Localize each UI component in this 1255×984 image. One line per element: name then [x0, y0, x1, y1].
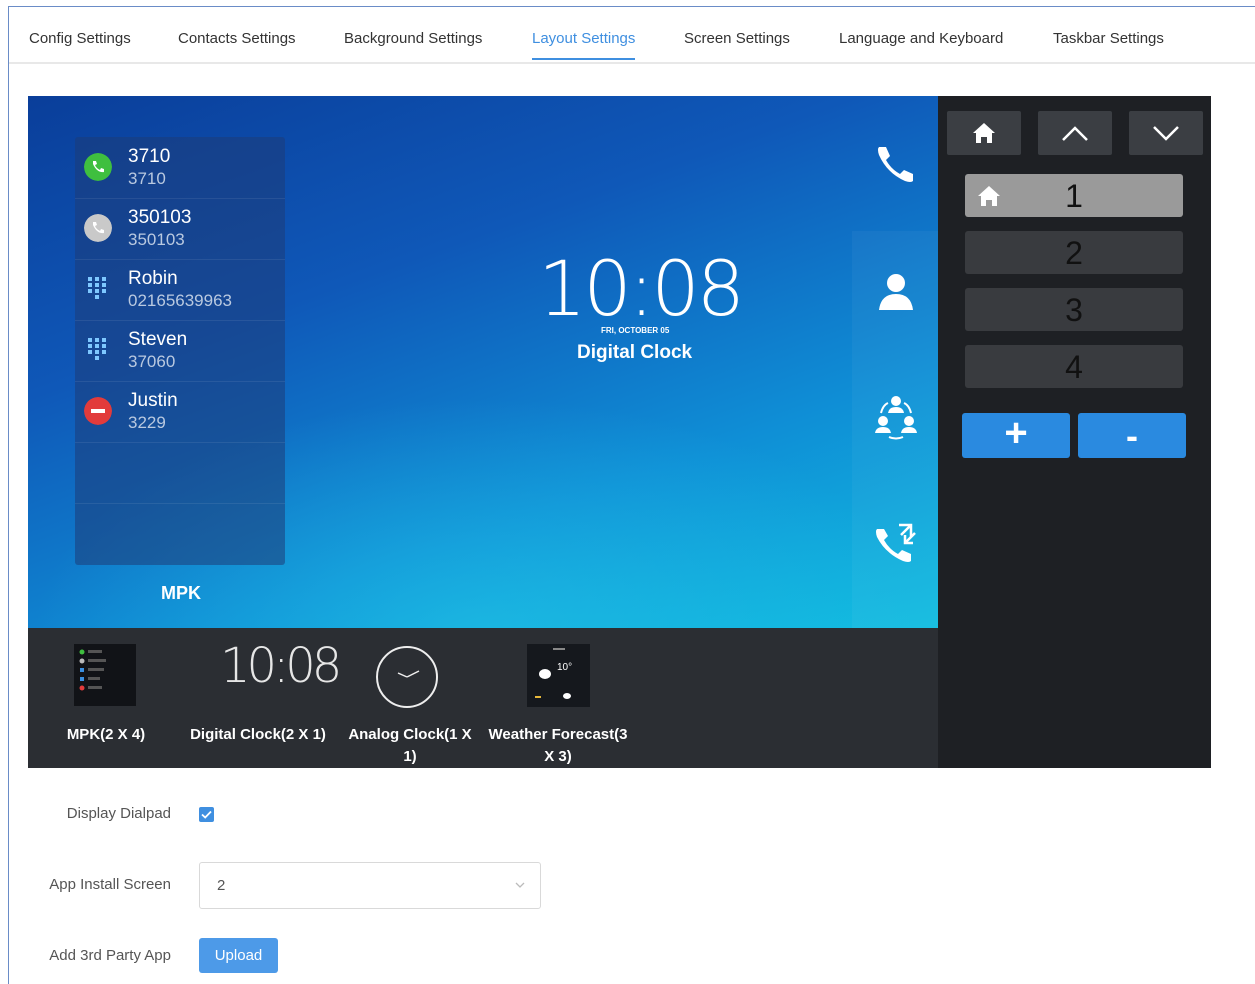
tab-language-keyboard[interactable]: Language and Keyboard [839, 30, 1003, 47]
mpk-row[interactable]: 3710 3710 [75, 137, 285, 199]
digital-clock-thumbnail-time: 10:08 [220, 638, 342, 694]
digital-clock-widget-thumbnail[interactable]: 10:08 [210, 638, 342, 708]
gray-phone-icon [84, 214, 112, 242]
move-page-up-button[interactable] [1038, 111, 1112, 155]
page-item-1[interactable]: 1 [965, 174, 1183, 217]
mpk-thumbnail-icon [79, 649, 106, 691]
green-phone-icon [84, 153, 112, 181]
app-install-screen-value: 2 [217, 877, 226, 894]
page-number: 1 [1065, 178, 1083, 214]
page-item-3[interactable]: 3 [965, 288, 1183, 331]
settings-tabs: Config Settings Contacts Settings Backgr… [9, 22, 1255, 64]
widget-label-analog-clock: Analog Clock(1 X 1) [348, 726, 472, 765]
chevron-down-icon [515, 882, 525, 888]
mpk-contact-number: 3229 [128, 413, 166, 432]
weather-widget-thumbnail[interactable]: 10° [527, 644, 590, 707]
digital-clock-date: FRI, OCTOBER 05 [601, 326, 670, 335]
chevron-down-icon [1153, 126, 1179, 141]
digital-clock-time: 10:08 [538, 244, 745, 333]
tab-background-settings[interactable]: Background Settings [344, 30, 482, 47]
chevron-up-icon [1062, 126, 1088, 141]
home-page-button[interactable] [947, 111, 1021, 155]
layout-preview: 3710 3710 350103 350103 Robin 0216563996… [28, 96, 938, 628]
display-dialpad-label: Display Dialpad [66, 805, 171, 822]
home-icon [973, 123, 995, 143]
widget-label-weather: Weather Forecast(3 X 3) [488, 726, 628, 765]
upload-button[interactable]: Upload [199, 938, 278, 973]
mpk-contact-name: Robin [128, 268, 178, 289]
tab-contacts-settings[interactable]: Contacts Settings [178, 30, 296, 47]
analog-clock-widget-thumbnail[interactable] [374, 644, 440, 710]
page-number: 2 [1065, 235, 1083, 271]
mpk-contact-number: 3710 [128, 169, 166, 188]
mpk-contact-name: 350103 [128, 207, 192, 228]
move-page-down-button[interactable] [1129, 111, 1203, 155]
mpk-contact-number: 02165639963 [128, 291, 233, 310]
mpk-row[interactable]: Steven 37060 [75, 320, 285, 382]
mpk-widget[interactable]: 3710 3710 350103 350103 Robin 0216563996… [75, 137, 285, 565]
call-transfer-icon[interactable] [871, 519, 921, 569]
add-3rd-party-app-label: Add 3rd Party App [49, 947, 171, 964]
tab-taskbar-settings[interactable]: Taskbar Settings [1053, 30, 1164, 47]
frame-top-border [8, 6, 1255, 7]
add-page-button[interactable]: + [962, 413, 1070, 458]
mpk-contact-name: Steven [128, 329, 188, 350]
mpk-contact-name: 3710 [128, 146, 171, 167]
mpk-row[interactable]: Robin 02165639963 [75, 259, 285, 321]
analog-clock-icon [376, 646, 438, 708]
mpk-row[interactable]: 350103 350103 [75, 198, 285, 260]
mpk-row[interactable]: Justin 3229 [75, 381, 285, 443]
dialpad-icon [88, 277, 108, 299]
mpk-widget-label: MPK [161, 583, 201, 603]
mpk-empty-row[interactable] [75, 503, 285, 564]
dialpad-icon [88, 338, 108, 360]
widget-library-bar: MPK(2 X 4) 10:08 Digital Clock(2 X 1) An… [28, 628, 938, 768]
widget-label-mpk: MPK(2 X 4) [66, 726, 146, 743]
tab-layout-settings[interactable]: Layout Settings [532, 30, 636, 60]
mpk-empty-row[interactable] [75, 442, 285, 504]
red-busy-icon [84, 397, 112, 425]
frame-left-border [8, 6, 9, 984]
mpk-contact-name: Justin [128, 390, 178, 411]
phone-icon[interactable] [871, 139, 921, 189]
page-number: 3 [1065, 292, 1083, 328]
checkmark-icon [201, 810, 212, 819]
page-item-2[interactable]: 2 [965, 231, 1183, 274]
app-install-screen-label: App Install Screen [49, 876, 171, 893]
mpk-contact-number: 37060 [128, 352, 176, 371]
conference-icon[interactable] [871, 391, 921, 441]
remove-page-button[interactable]: - [1078, 413, 1186, 458]
page-number: 4 [1065, 349, 1083, 385]
page-list-panel: 1 2 3 4 + - [938, 96, 1211, 768]
weather-thumbnail-temp: 10° [557, 662, 573, 673]
mpk-contact-number: 350103 [128, 230, 185, 249]
widget-label-digital-clock: Digital Clock(2 X 1) [190, 726, 326, 743]
page-item-4[interactable]: 4 [965, 345, 1183, 388]
mpk-widget-thumbnail[interactable] [74, 644, 136, 706]
contact-icon[interactable] [871, 266, 921, 316]
tab-screen-settings[interactable]: Screen Settings [684, 30, 790, 47]
app-install-screen-select[interactable]: 2 [199, 862, 541, 909]
weather-cloud-icon [535, 648, 571, 699]
digital-clock-label: Digital Clock [577, 342, 693, 363]
tab-config-settings[interactable]: Config Settings [29, 30, 131, 47]
display-dialpad-checkbox[interactable] [199, 807, 214, 822]
